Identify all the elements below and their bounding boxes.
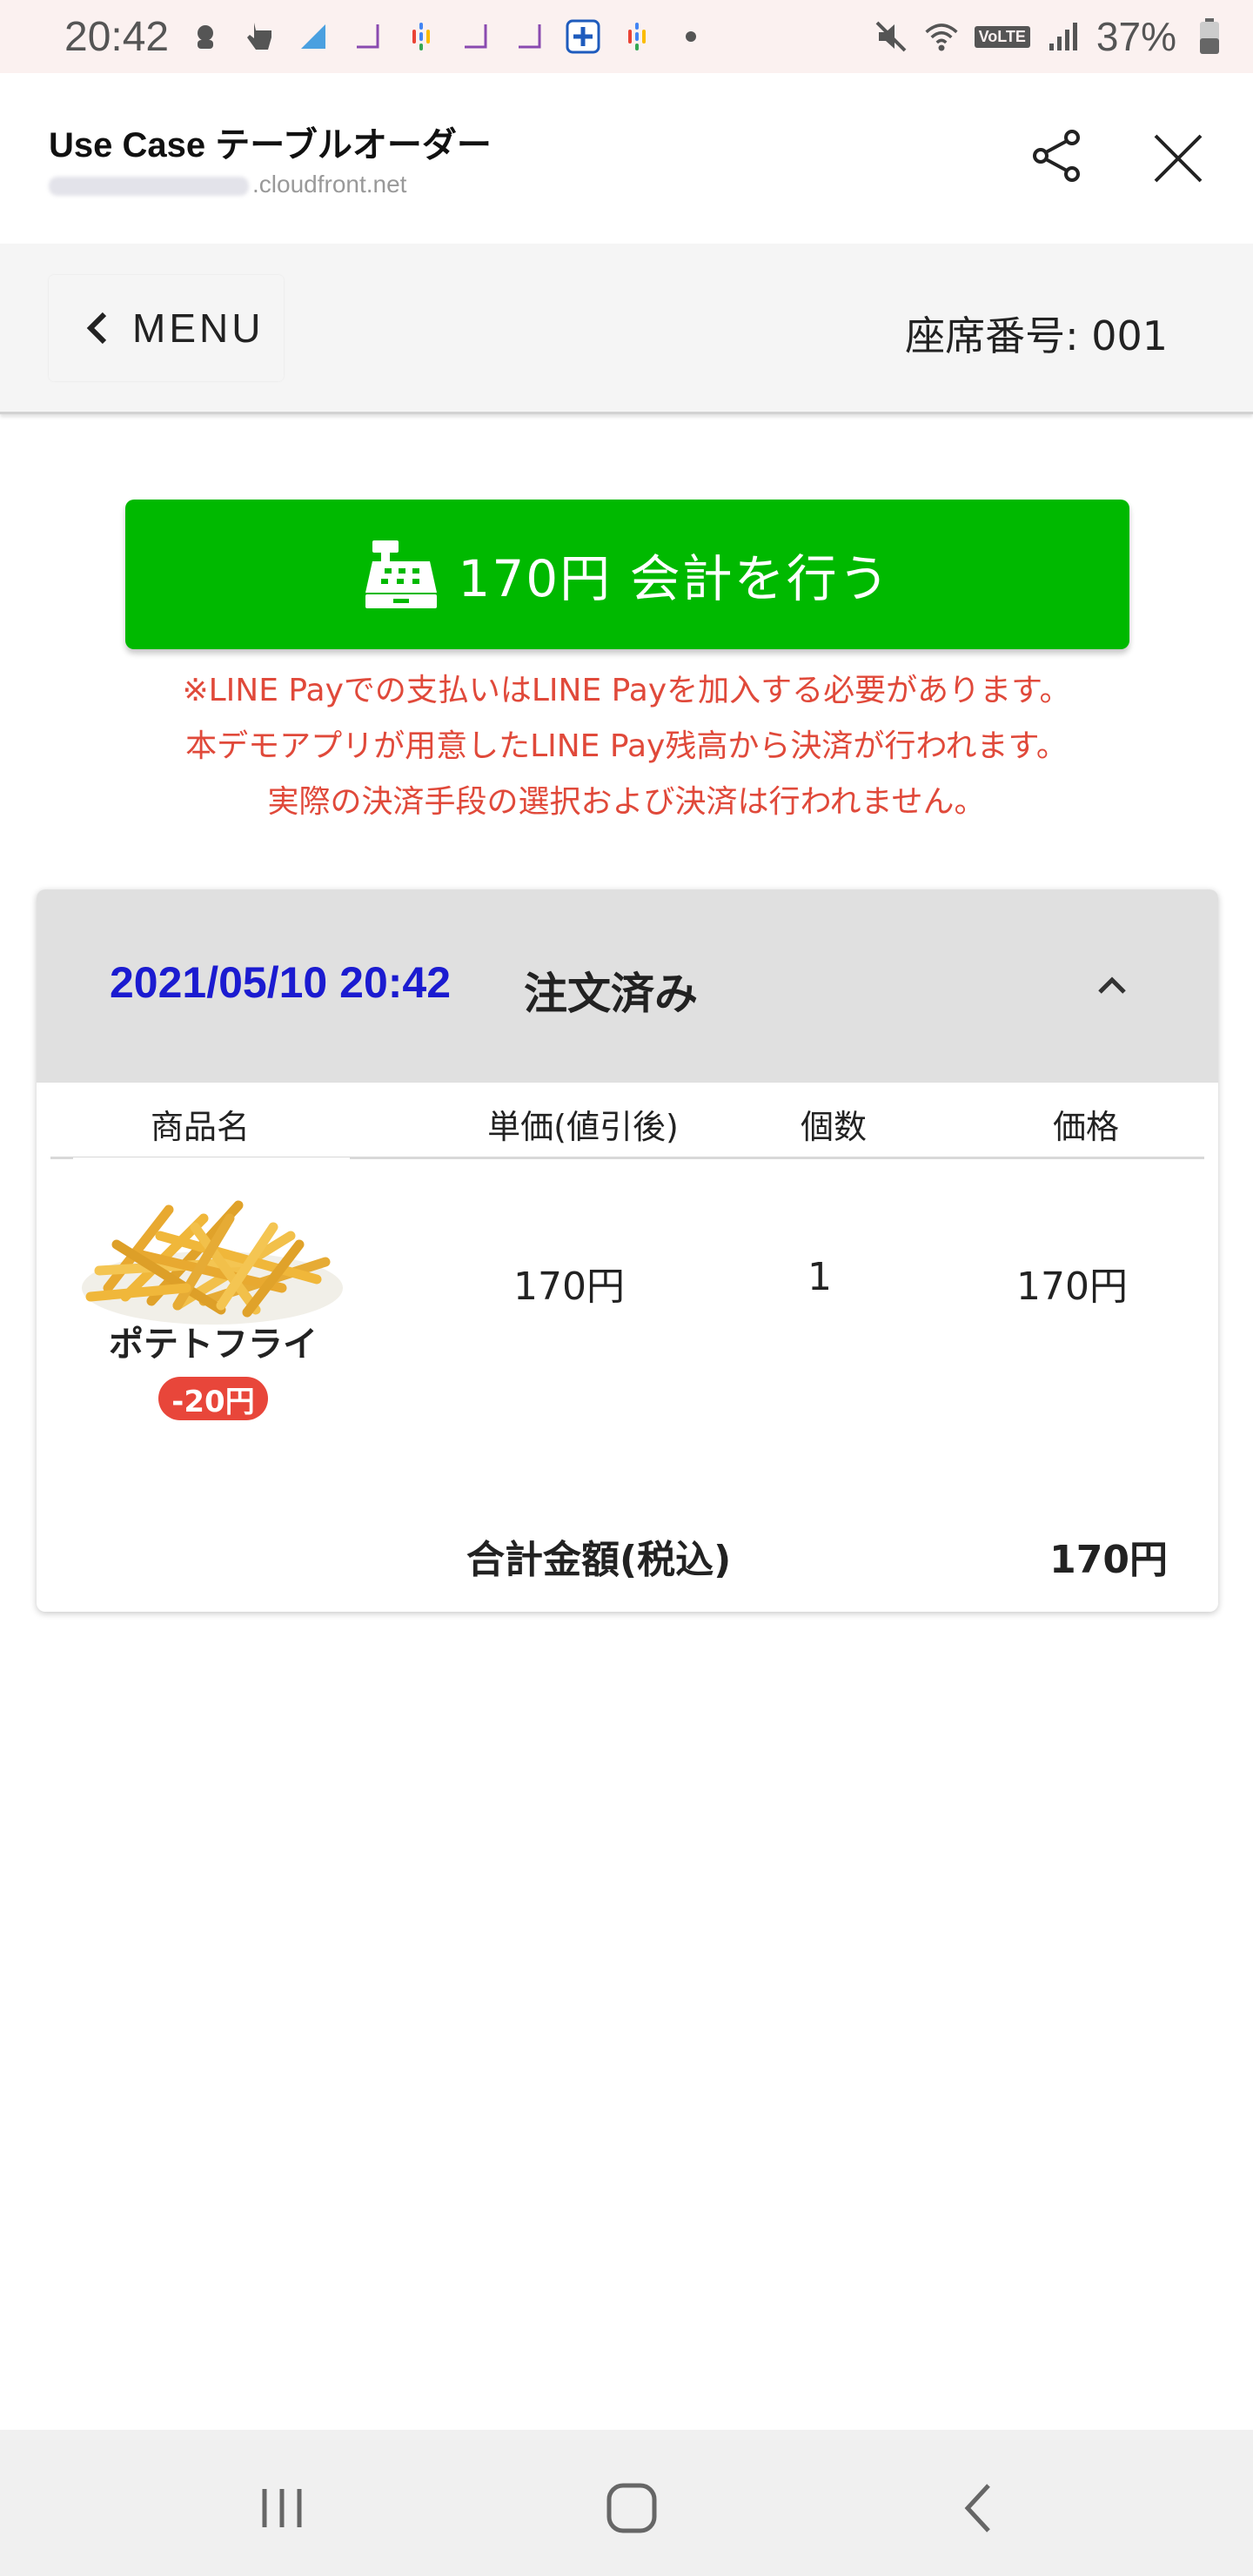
- note-line: ※LINE Payでの支払いはLINE Payを加入する必要があります。: [182, 673, 1071, 708]
- checkout-button[interactable]: 170円 会計を行う: [125, 500, 1129, 649]
- battery-icon: [1192, 18, 1227, 54]
- status-time: 20:42: [64, 13, 170, 60]
- chevron-up-icon[interactable]: [1081, 954, 1143, 1016]
- col-header-qty: 個数: [800, 1108, 867, 1146]
- in-app-browser-header: Use Case テーブルオーダー .cloudfront.net: [0, 73, 1253, 244]
- ticket-icon: [458, 19, 492, 54]
- total-label: 合計金額(税込): [466, 1538, 732, 1582]
- item-name: ポテトフライ: [109, 1325, 318, 1365]
- col-header-item: 商品名: [150, 1108, 250, 1146]
- network-badge: VoLTE: [974, 25, 1030, 48]
- total-amount: 170円: [1049, 1538, 1168, 1582]
- chevron-left-icon: [86, 312, 107, 345]
- seat-number: 座席番号: 001: [905, 312, 1168, 359]
- order-status: 注文済み: [524, 969, 698, 1019]
- mute-icon: [874, 19, 908, 54]
- order-table-header: 商品名 単価(値引後) 個数 価格: [50, 1083, 1204, 1159]
- home-icon[interactable]: [597, 2473, 667, 2543]
- system-nav-bar: [0, 2430, 1253, 2576]
- menu-back-button[interactable]: MENU: [49, 275, 284, 381]
- menu-label: MENU: [132, 305, 265, 351]
- cash-register-icon: [365, 540, 438, 608]
- share-button[interactable]: [1027, 125, 1088, 186]
- order-header[interactable]: 2021/05/10 20:42 注文済み: [37, 889, 1218, 1083]
- dot-icon: [673, 19, 708, 54]
- col-header-unit-price: 単価(値引後): [487, 1108, 679, 1146]
- quantity: 1: [807, 1255, 832, 1299]
- ticket-icon: [350, 19, 385, 54]
- payment-notes: ※LINE Payでの支払いはLINE Payを加入する必要があります。 本デモ…: [0, 663, 1253, 830]
- status-bar: 20:42 VoLTE 37%: [0, 0, 1253, 73]
- page-url: .cloudfront.net: [49, 171, 406, 198]
- google-podcasts-icon: [620, 19, 654, 54]
- page-title: Use Case テーブルオーダー: [49, 126, 492, 164]
- share-icon: [1033, 130, 1080, 182]
- price: 170円: [1016, 1265, 1128, 1309]
- notification-icons: [188, 19, 873, 54]
- coin-master-icon: [188, 19, 223, 54]
- url-domain: .cloudfront.net: [252, 171, 407, 198]
- order-datetime: 2021/05/10 20:42: [110, 958, 452, 1007]
- url-redacted: [49, 176, 249, 196]
- plus-app-icon: [566, 19, 600, 54]
- google-podcasts-icon: [404, 19, 439, 54]
- order-card: 2021/05/10 20:42 注文済み 商品名 単価(値引後) 個数 価格: [37, 889, 1218, 1612]
- close-icon: [1154, 134, 1203, 183]
- signal-icon: [1046, 19, 1081, 54]
- pointer-icon: [242, 19, 277, 54]
- discount-badge: -20円: [158, 1377, 268, 1420]
- note-line: 実際の決済手段の選択および決済は行われません。: [267, 784, 986, 820]
- ticket-icon: [512, 19, 546, 54]
- french-fries-image: [73, 1157, 350, 1332]
- recent-apps-icon[interactable]: [247, 2473, 317, 2543]
- battery-percent: 37%: [1096, 14, 1176, 59]
- unit-price: 170円: [513, 1265, 625, 1309]
- app-header: MENU 座席番号: 001: [0, 244, 1253, 414]
- back-icon[interactable]: [947, 2473, 1016, 2543]
- col-header-price: 価格: [1052, 1108, 1119, 1146]
- system-icons: VoLTE 37%: [874, 13, 1227, 60]
- close-button[interactable]: [1147, 127, 1209, 190]
- wifi-icon: [924, 19, 959, 54]
- note-line: 本デモアプリが用意したLINE Pay残高から決済が行われます。: [185, 728, 1068, 764]
- checkout-label: 170円 会計を行う: [458, 549, 891, 608]
- sheets-icon: [296, 19, 331, 54]
